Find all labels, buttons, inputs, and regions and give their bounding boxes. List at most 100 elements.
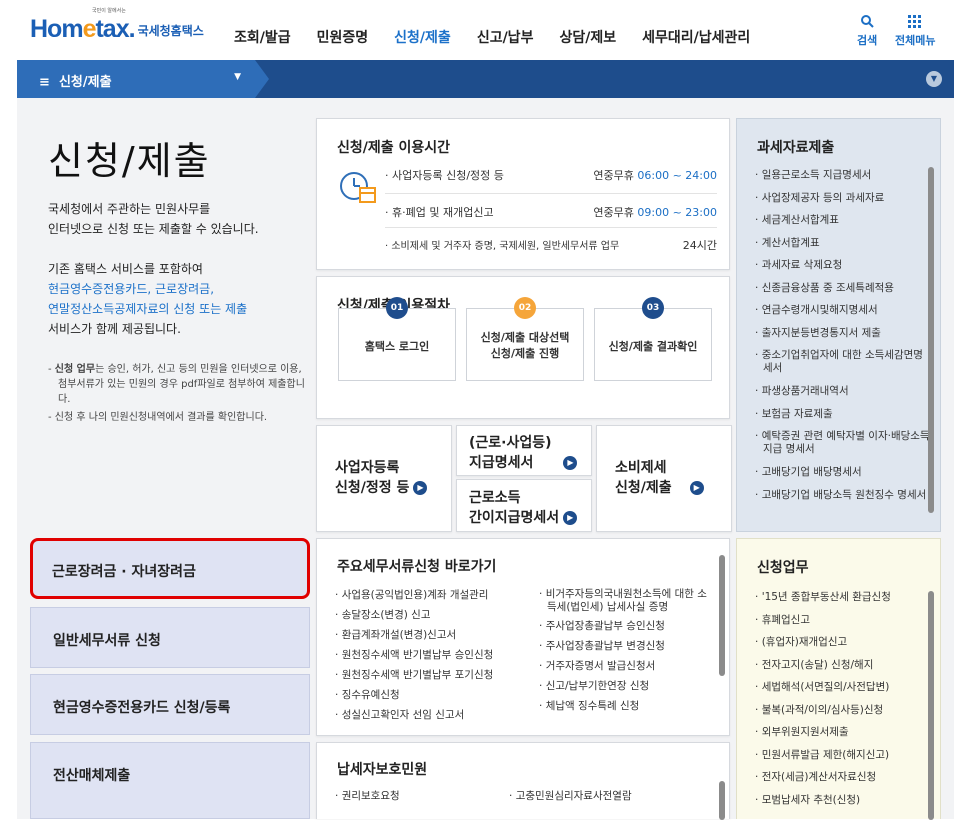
tax-data-link[interactable]: · 파생상품거래내역서 xyxy=(755,380,931,403)
tax-data-panel: 과세자료제출 · 일용근로소득 지급명세서 · 사업장제공자 등의 과세자료 ·… xyxy=(736,118,941,532)
logo-tagline: 국민이 알에서는 xyxy=(92,8,126,14)
scrollbar[interactable] xyxy=(719,555,725,676)
breadcrumb-arrow xyxy=(255,60,269,98)
nav-consult[interactable]: 상담/제보 xyxy=(559,27,616,47)
apply-link[interactable]: · 세법해석(서면질의/사전답변) xyxy=(755,676,891,699)
tax-data-link[interactable]: · 과세자료 삭제요청 xyxy=(755,254,931,277)
tax-data-link[interactable]: · 세금계산서합계표 xyxy=(755,209,931,232)
step-login: 01 홈택스 로그인 xyxy=(338,297,456,381)
shortcut-link[interactable]: · 징수유예신청 xyxy=(335,685,493,705)
shortcut-link[interactable]: · 체납액 징수특례 신청 xyxy=(539,696,709,716)
apply-link[interactable]: · 외부위원지원서제출 xyxy=(755,721,891,744)
cash-receipt-card-button[interactable]: 현금영수증전용카드 신청/등록 xyxy=(30,674,310,735)
tax-data-link[interactable]: · 출자지분등변경통지서 제출 xyxy=(755,322,931,345)
grid-menu-icon xyxy=(895,14,935,32)
consumption-tax-link[interactable]: 소비제세 신청/제출 ▶ xyxy=(596,425,732,532)
shortcut-link[interactable]: · 신고/납부기한연장 신청 xyxy=(539,676,709,696)
tax-data-link[interactable]: · 예탁증권 관련 예탁자별 이자·배당소득 지급 명세서 xyxy=(755,430,931,456)
shortcuts-card: 주요세무서류신청 바로가기 · 사업용(공익법인용)계좌 개설관리 · 송달장소… xyxy=(316,538,730,736)
step-select: 02 신청/제출 대상선택 신청/제출 진행 xyxy=(466,297,584,381)
page-title: 신청/제출 xyxy=(48,139,211,183)
divider xyxy=(385,193,717,194)
apply-link[interactable]: · 전자(세금)계산서자료신청 xyxy=(755,766,891,789)
shortcut-link[interactable]: · 주사업장총괄납부 변경신청 xyxy=(539,636,709,656)
protection-link[interactable]: · 권리보호요청 xyxy=(335,785,400,807)
earned-income-credit-button[interactable]: 근로장려금 · 자녀장려금 xyxy=(30,538,310,599)
nav-civil-cert[interactable]: 민원증명 xyxy=(317,27,369,47)
breadcrumb-menu-dropdown[interactable]: ≡ 신청/제출 ▼ xyxy=(17,60,255,98)
apply-link[interactable]: · 민원서류발급 제한(해지신고) xyxy=(755,744,891,767)
shortcut-link[interactable]: · 주사업장총괄납부 승인신청 xyxy=(539,616,709,636)
note-item: - 신청 업무는 승인, 허가, 신고 등의 민원을 인터넷으로 이용, 첨부서… xyxy=(48,364,305,405)
hours-card: 신청/제출 이용시간 · 사업자등록 신청/정정 등 연중무휴 06:00 ~ 2… xyxy=(316,118,730,270)
shortcut-link[interactable]: · 송달장소(변경) 신고 xyxy=(335,605,493,625)
tax-data-link[interactable]: · 신종금융상품 중 조세특례적용 xyxy=(755,277,931,300)
apply-link[interactable]: · 불복(과적/이의/심사등)신청 xyxy=(755,699,891,722)
tax-data-list: · 일용근로소득 지급명세서 · 사업장제공자 등의 과세자료 · 세금계산서합… xyxy=(755,164,931,507)
apply-title: 신청업무 xyxy=(757,560,809,576)
tax-data-link[interactable]: · 보험금 자료제출 xyxy=(755,403,931,426)
arrow-right-icon: ▶ xyxy=(563,456,578,470)
nav-apply-submit[interactable]: 신청/제출 xyxy=(394,27,451,47)
shortcut-link[interactable]: · 사업용(공익법인용)계좌 개설관리 xyxy=(335,585,493,605)
tax-data-link[interactable]: · 계산서합계표 xyxy=(755,232,931,255)
scrollbar[interactable] xyxy=(928,167,934,513)
apply-link[interactable]: · 모범납세자 추천(신청) xyxy=(755,789,891,812)
breadcrumb: ≡ 신청/제출 ▼ ▼ xyxy=(17,60,954,98)
general-tax-docs-button[interactable]: 일반세무서류 신청 xyxy=(30,607,310,668)
tax-data-link[interactable]: · 일용근로소득 지급명세서 xyxy=(755,164,931,187)
tax-data-link[interactable]: · 사업장제공자 등의 과세자료 xyxy=(755,187,931,210)
step-result: 03 신청/제출 결과확인 xyxy=(594,297,712,381)
nav-agent[interactable]: 세무대리/납세관리 xyxy=(642,27,750,47)
intro-link-yearend[interactable]: 연말정산소득공제자료의 신청 또는 제출 xyxy=(48,299,247,319)
apply-panel: 신청업무 · '15년 종합부동산세 환급신청 · 휴폐업신고 · (휴업자)재… xyxy=(736,538,941,820)
electronic-media-button[interactable]: 전산매체제출 xyxy=(30,742,310,819)
arrow-right-icon: ▶ xyxy=(413,481,428,495)
tax-data-link[interactable]: · 고배당기업 배당소득 원천징수 명세서 xyxy=(755,489,931,502)
protection-link[interactable]: · 고충민원심리자료사전열람 xyxy=(509,785,632,807)
tax-data-link[interactable]: · 고배당기업 배당명세서 xyxy=(755,461,931,484)
nav-report-pay[interactable]: 신고/납부 xyxy=(477,27,534,47)
scrollbar[interactable] xyxy=(928,591,934,820)
shortcut-link[interactable]: · 원천징수세액 반기별납부 포기신청 xyxy=(335,665,493,685)
biz-registration-link[interactable]: 사업자등록 신청/정정 등 ▶ xyxy=(316,425,452,532)
hours-title: 신청/제출 이용시간 xyxy=(337,140,451,156)
full-menu-button[interactable]: 전체메뉴 xyxy=(895,14,935,48)
tax-data-link[interactable]: · 연금수령개시및해지명세서 xyxy=(755,299,931,322)
intro-notes: - 신청 업무는 승인, 허가, 신고 등의 민원을 인터넷으로 이용, 첨부서… xyxy=(48,362,310,428)
scrollbar[interactable] xyxy=(719,781,725,820)
simple-payment-statement-link[interactable]: 근로소득 간이지급명세서 ▶ xyxy=(456,479,592,532)
intro-link-cards[interactable]: 현금영수증전용카드, 근로장려금, xyxy=(48,279,247,299)
hometax-logo[interactable]: 국민이 알에서는 Hometax. 국세청홈택스 xyxy=(30,8,204,42)
nav-inquiry[interactable]: 조회/발급 xyxy=(234,27,291,47)
protection-title: 납세자보호민원 xyxy=(337,762,428,778)
clock-calendar-icon xyxy=(339,169,377,208)
chevron-down-icon[interactable]: ▼ xyxy=(926,71,942,87)
shortcut-link[interactable]: · 성실신고확인자 선임 신고서 xyxy=(335,705,493,725)
apply-link[interactable]: · 전자고지(송달) 신청/해지 xyxy=(755,654,891,677)
hours-row: · 소비제세 및 거주자 증명, 국제세원, 일반세무서류 업무 24시간 xyxy=(385,239,717,252)
payment-statement-link[interactable]: (근로·사업등) 지급명세서 ▶ xyxy=(456,425,592,476)
shortcuts-col1: · 사업용(공익법인용)계좌 개설관리 · 송달장소(변경) 신고 · 환급계좌… xyxy=(335,585,493,725)
shortcut-link[interactable]: · 비거주자등의국내원천소득에 대한 소득세(법인세) 납세사실 증명 xyxy=(539,588,709,614)
shortcuts-col2: · 비거주자등의국내원천소득에 대한 소득세(법인세) 납세사실 증명 · 주사… xyxy=(539,585,709,716)
hours-row: · 사업자등록 신청/정정 등 연중무휴 06:00 ~ 24:00 xyxy=(385,169,717,182)
shortcut-link[interactable]: · 거주자증명서 발급신청서 xyxy=(539,656,709,676)
tax-data-title: 과세자료제출 xyxy=(757,140,835,156)
caret-down-icon: ▼ xyxy=(234,72,241,82)
search-button[interactable]: 검색 xyxy=(857,14,877,48)
intro-services: 기존 홈택스 서비스를 포함하여 현금영수증전용카드, 근로장려금, 연말정산소… xyxy=(48,262,248,336)
shortcut-link[interactable]: · 환급계좌개설(변경)신고서 xyxy=(335,625,493,645)
header: 국민이 알에서는 Hometax. 국세청홈택스 조회/발급 민원증명 신청/제… xyxy=(0,0,955,60)
arrow-right-icon: ▶ xyxy=(563,511,578,525)
intro-description: 국세청에서 주관하는 민원사무를 인터넷으로 신청 또는 제출할 수 있습니다. xyxy=(48,202,259,236)
shortcut-link[interactable]: · 원천징수세액 반기별납부 승인신청 xyxy=(335,645,493,665)
main-nav: 조회/발급 민원증명 신청/제출 신고/납부 상담/제보 세무대리/납세관리 xyxy=(234,27,776,47)
apply-list: · '15년 종합부동산세 환급신청 · 휴폐업신고 · (휴업자)재개업신고 … xyxy=(755,586,891,811)
divider xyxy=(385,227,717,228)
apply-link[interactable]: · '15년 종합부동산세 환급신청 xyxy=(755,586,891,609)
shortcuts-title: 주요세무서류신청 바로가기 xyxy=(337,559,497,575)
apply-link[interactable]: · (휴업자)재개업신고 xyxy=(755,631,891,654)
apply-link[interactable]: · 휴폐업신고 xyxy=(755,609,891,632)
tax-data-link[interactable]: · 중소기업취업자에 대한 소득세감면명세서 xyxy=(755,349,931,375)
